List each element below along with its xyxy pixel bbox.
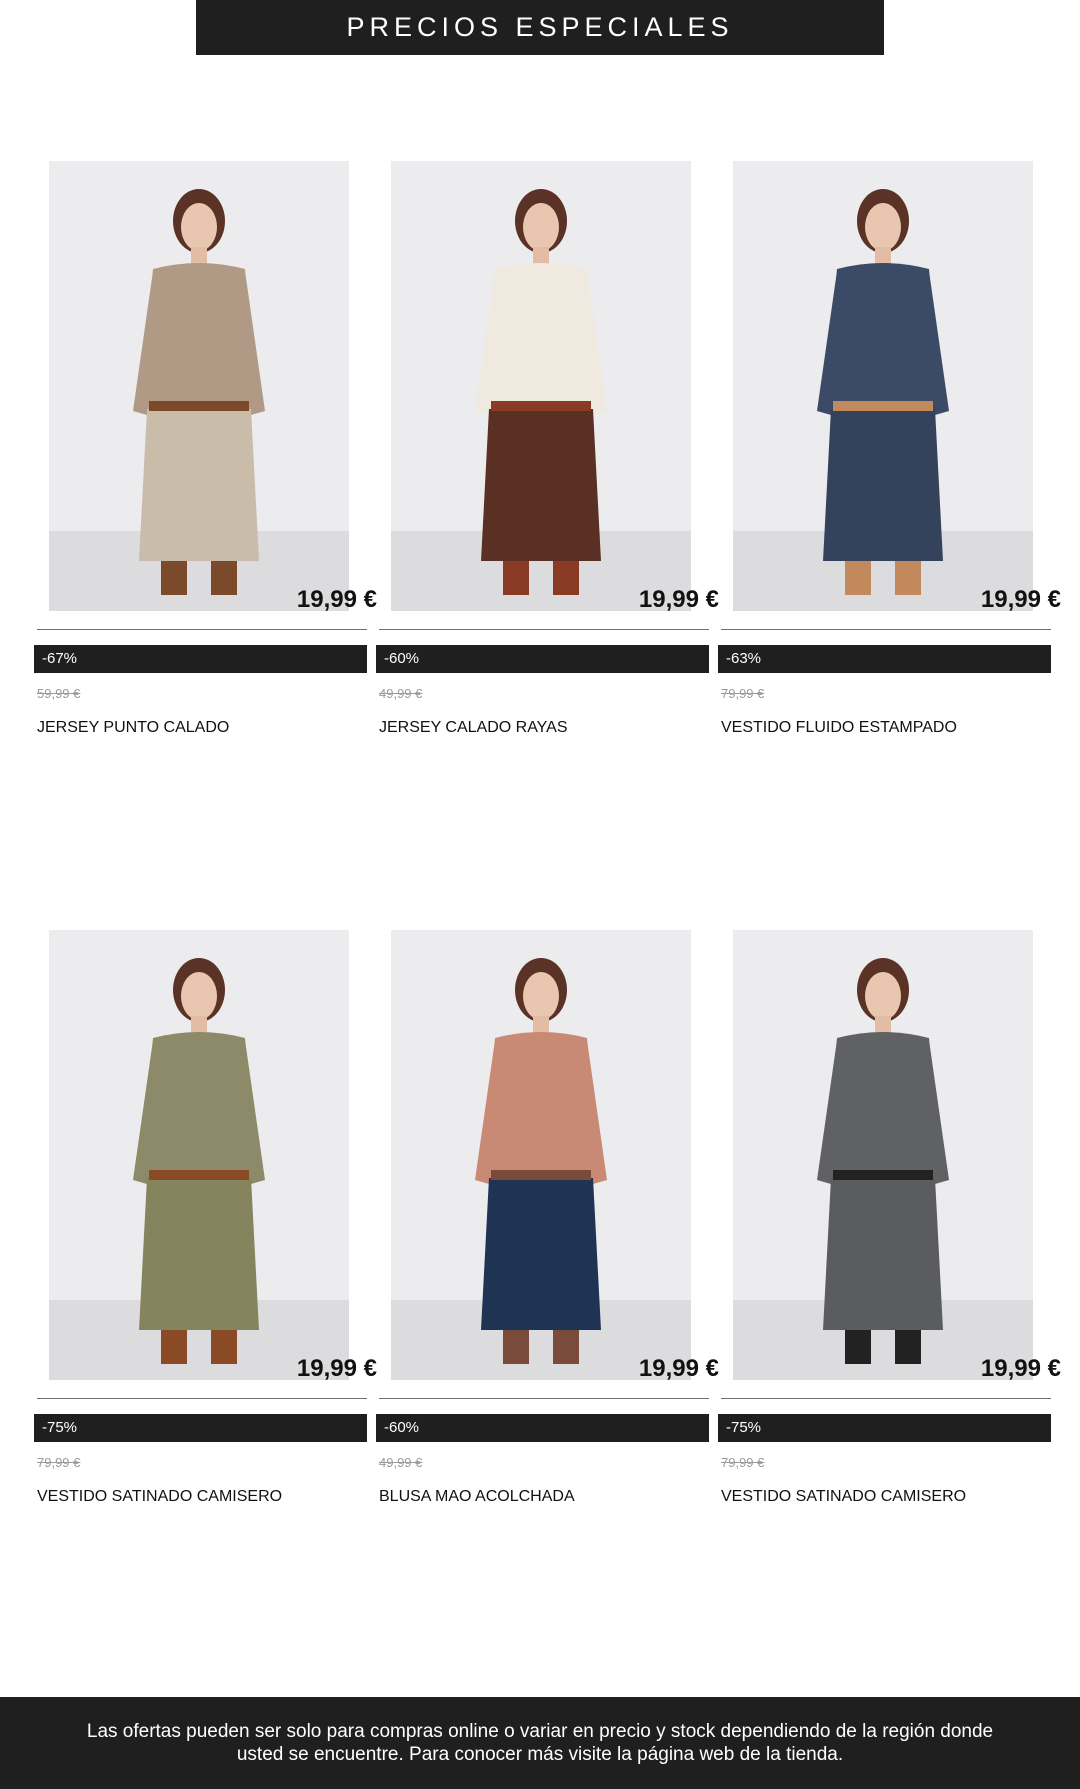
footer-disclaimer: Las ofertas pueden ser solo para compras…: [0, 1697, 1080, 1789]
discount-badge: -60%: [376, 645, 709, 673]
disclaimer-text: Las ofertas pueden ser solo para compras…: [86, 1721, 994, 1765]
product-name[interactable]: VESTIDO SATINADO CAMISERO: [37, 1488, 282, 1506]
discount-badge: -60%: [376, 1414, 709, 1442]
old-price: 59,99 €: [37, 686, 81, 701]
old-price: 49,99 €: [379, 1455, 423, 1470]
old-price: 79,99 €: [721, 686, 765, 701]
divider: [379, 629, 709, 630]
old-price: 79,99 €: [721, 1455, 765, 1470]
woman-printed-maxi-dress-photo[interactable]: [733, 161, 1033, 611]
divider: [721, 629, 1051, 630]
old-price: 79,99 €: [37, 1455, 81, 1470]
old-price: 49,99 €: [379, 686, 423, 701]
price: 19,99 €: [980, 586, 1061, 613]
discount-badge: -63%: [718, 645, 1051, 673]
banner: PRECIOS ESPECIALES: [196, 0, 884, 55]
woman-white-openknit-sweater-photo[interactable]: [391, 161, 691, 611]
divider: [379, 1398, 709, 1399]
price: 19,99 €: [296, 586, 377, 613]
product-name[interactable]: VESTIDO SATINADO CAMISERO: [721, 1488, 966, 1506]
divider: [37, 1398, 367, 1399]
price: 19,99 €: [980, 1355, 1061, 1382]
discount-badge: -67%: [34, 645, 367, 673]
discount-badge: -75%: [718, 1414, 1051, 1442]
price: 19,99 €: [296, 1355, 377, 1382]
price: 19,99 €: [638, 586, 719, 613]
product-name[interactable]: JERSEY PUNTO CALADO: [37, 719, 229, 737]
woman-olive-satin-shirt-dress-photo[interactable]: [49, 930, 349, 1380]
banner-title: PRECIOS ESPECIALES: [346, 12, 734, 42]
price: 19,99 €: [638, 1355, 719, 1382]
product-name[interactable]: VESTIDO FLUIDO ESTAMPADO: [721, 719, 957, 737]
divider: [721, 1398, 1051, 1399]
woman-grey-satin-shirt-dress-photo[interactable]: [733, 930, 1033, 1380]
woman-floral-blouse-photo[interactable]: [391, 930, 691, 1380]
product-name[interactable]: JERSEY CALADO RAYAS: [379, 719, 568, 737]
product-name[interactable]: BLUSA MAO ACOLCHADA: [379, 1488, 575, 1506]
discount-badge: -75%: [34, 1414, 367, 1442]
divider: [37, 629, 367, 630]
woman-knit-sweater-boots-photo[interactable]: [49, 161, 349, 611]
